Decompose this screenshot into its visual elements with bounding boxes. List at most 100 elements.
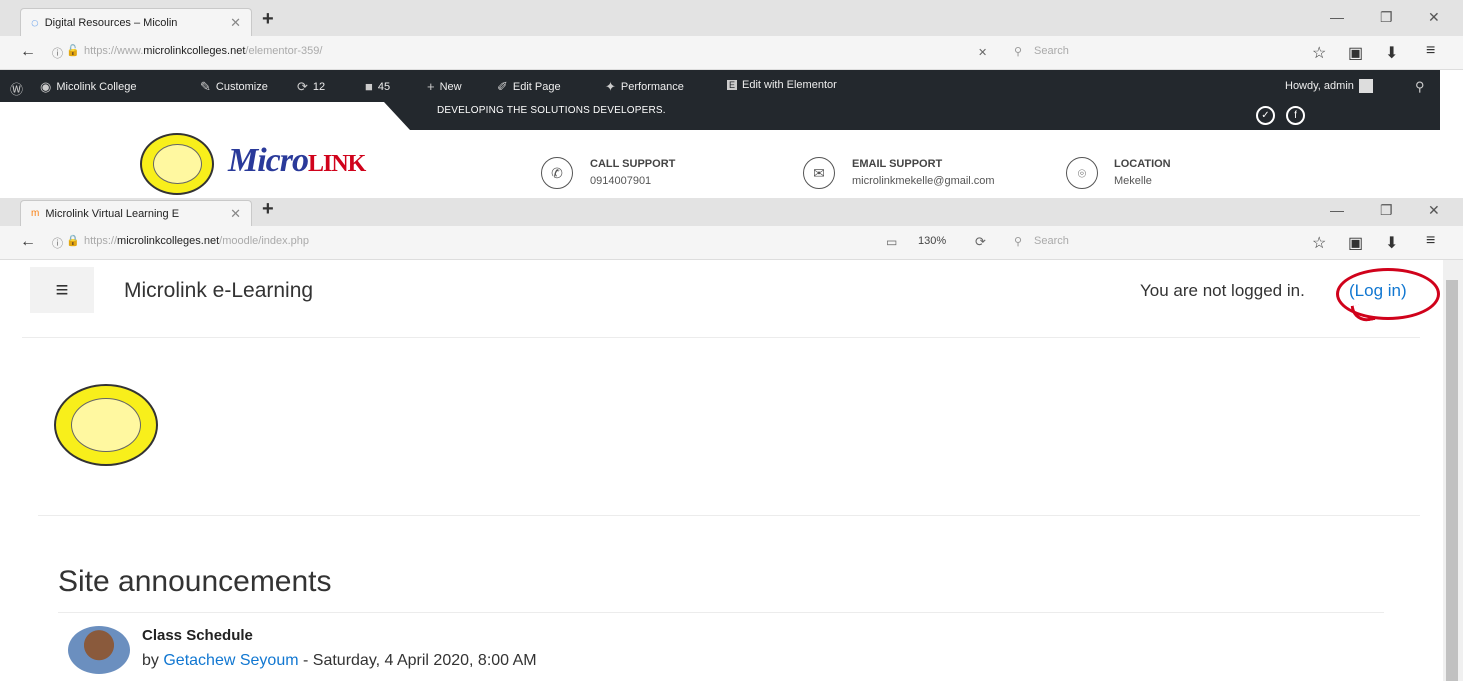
wordpress-logo[interactable]: Ⓦ [10, 79, 23, 98]
info-icon[interactable]: ⓘ [52, 45, 63, 61]
post-author-link[interactable]: Getachew Seyoum [163, 652, 298, 669]
performance-label: Performance [620, 81, 684, 93]
library-icon[interactable]: ▣ [1348, 233, 1363, 253]
comments-count: 45 [377, 80, 391, 93]
minimize-icon[interactable]: — [1330, 9, 1344, 25]
post-date: - Saturday, 4 April 2020, 8:00 AM [303, 652, 537, 669]
call-support-value: 0914007901 [590, 175, 652, 187]
author-avatar[interactable] [68, 626, 130, 674]
bookmark-star-icon[interactable]: ☆ [1312, 233, 1326, 253]
drawer-toggle-button[interactable]: ≡ [30, 267, 94, 313]
customize-label: Customize [215, 81, 268, 93]
zoom-level[interactable]: 130% [918, 235, 946, 247]
close-tab-icon[interactable]: ✕ [230, 15, 241, 31]
call-support-title: CALL SUPPORT [590, 158, 676, 170]
microlink-wordmark: MicroLINK [228, 142, 366, 179]
secure-lock-icon[interactable]: 🔒 [66, 234, 80, 247]
close-tab-icon[interactable]: ✕ [230, 206, 241, 222]
browser1-url[interactable]: https://www.microlinkcolleges.net/elemen… [84, 45, 322, 57]
new-tab-icon[interactable]: + [262, 198, 274, 221]
menu-icon[interactable]: ≡ [1426, 232, 1435, 250]
admin-bar-search[interactable]: ⚲ [1415, 79, 1425, 95]
admin-bar-comments[interactable]: ■ 45 [365, 79, 390, 94]
close-window-icon[interactable]: ✕ [1428, 202, 1440, 219]
admin-bar-customize[interactable]: ✎ Customize [200, 79, 268, 95]
close-window-icon[interactable]: ✕ [1428, 9, 1440, 26]
edit-page-label: Edit Page [512, 81, 561, 93]
location-icon: ⌾ [1066, 157, 1098, 189]
facebook-icon[interactable]: f [1286, 106, 1305, 125]
library-icon[interactable]: ▣ [1348, 43, 1363, 63]
divider [58, 612, 1384, 613]
plus-icon: + [427, 79, 435, 94]
refresh-icon: ⟳ [297, 79, 308, 94]
header-strip-slant [384, 102, 410, 130]
reader-view-icon[interactable]: ▭ [886, 235, 897, 249]
search-icon: ⚲ [1415, 79, 1425, 94]
admin-bar-account[interactable]: Howdy, admin [1285, 79, 1373, 93]
moodle-site-title[interactable]: Microlink e-Learning [124, 279, 313, 303]
tab-title: Microlink Virtual Learning E [45, 207, 180, 220]
seal-inner [152, 143, 202, 185]
browser2-tab-strip: m Microlink Virtual Learning E ✕ + — ❐ ✕ [0, 198, 1463, 226]
moodle-site-logo [54, 384, 158, 466]
admin-bar-performance[interactable]: ✦ Performance [605, 79, 684, 95]
divider [22, 337, 1420, 338]
new-label: New [439, 80, 462, 93]
site-name: Micolink College [56, 81, 137, 93]
clear-url-icon[interactable]: ✕ [978, 46, 987, 59]
info-icon[interactable]: ⓘ [52, 235, 63, 251]
back-arrow-icon[interactable]: ← [20, 43, 36, 61]
bookmark-star-icon[interactable]: ☆ [1312, 43, 1326, 63]
browser2-search-input[interactable]: Search [1034, 235, 1069, 247]
admin-bar-updates[interactable]: ⟳ 12 [297, 79, 325, 95]
search-icon: ⚲ [1014, 236, 1023, 248]
search-icon: ⚲ [1014, 46, 1023, 58]
email-support-title: EMAIL SUPPORT [852, 158, 943, 170]
avatar [1358, 79, 1373, 93]
college-seal-logo [140, 133, 214, 195]
scrollbar-thumb[interactable] [1446, 280, 1458, 681]
loading-spinner-icon: ◌ [31, 15, 39, 30]
location-value: Mekelle [1114, 175, 1152, 187]
admin-bar-site[interactable]: ◉ Micolink College [40, 79, 136, 95]
login-link[interactable]: (Log in) [1349, 281, 1407, 301]
back-arrow-icon[interactable]: ← [20, 233, 36, 251]
tab-title: Digital Resources – Micolin [44, 16, 178, 29]
login-status-text: You are not logged in. [1140, 281, 1305, 300]
browser2-tab[interactable]: m Microlink Virtual Learning E ✕ [20, 200, 252, 226]
menu-icon[interactable]: ≡ [1426, 42, 1435, 60]
download-icon[interactable]: ⬇ [1385, 43, 1398, 63]
email-support-value: microlinkmekelle@gmail.com [852, 175, 995, 187]
section-heading: Site announcements [58, 565, 332, 598]
seal-inner [71, 397, 141, 453]
browser1-search-input[interactable]: Search [1034, 45, 1069, 57]
admin-bar-elementor[interactable]: E Edit with Elementor [727, 79, 837, 91]
dashboard-icon: ◉ [40, 79, 52, 94]
restore-icon[interactable]: ❐ [1380, 202, 1393, 219]
howdy-label: Howdy, admin [1285, 80, 1354, 92]
minimize-icon[interactable]: — [1330, 202, 1344, 218]
download-icon[interactable]: ⬇ [1385, 233, 1398, 253]
new-tab-icon[interactable]: + [262, 8, 274, 31]
wp-admin-bar: Ⓦ ◉ Micolink College ✎ Customize ⟳ 12 ■ 45 +… [0, 70, 1440, 102]
elementor-icon: E [727, 80, 738, 90]
insecure-lock-icon[interactable]: 🔓 [66, 44, 80, 57]
twitter-icon[interactable]: ✓ [1256, 106, 1275, 125]
reload-icon[interactable]: ⟳ [975, 234, 986, 250]
browser1-tab[interactable]: ◌ Digital Resources – Micolin ✕ [20, 8, 252, 36]
performance-icon: ✦ [605, 79, 616, 94]
hamburger-icon: ≡ [55, 277, 69, 302]
wordpress-icon: Ⓦ [10, 82, 24, 97]
admin-bar-new[interactable]: + New [427, 79, 462, 94]
admin-bar-edit-page[interactable]: ✐ Edit Page [497, 79, 561, 95]
browser2-url[interactable]: https://microlinkcolleges.net/moodle/ind… [84, 235, 309, 247]
divider [38, 515, 1420, 516]
restore-icon[interactable]: ❐ [1380, 9, 1393, 26]
edit-elementor-label: Edit with Elementor [742, 79, 837, 91]
post-title: Class Schedule [142, 627, 253, 644]
email-icon: ✉ [803, 157, 835, 189]
moodle-favicon-icon: m [31, 208, 40, 219]
comment-icon: ■ [365, 79, 373, 94]
location-title: LOCATION [1114, 158, 1171, 170]
